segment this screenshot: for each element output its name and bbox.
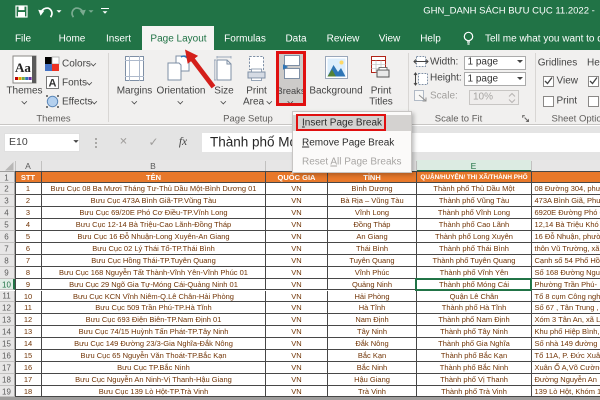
svg-text:A: A bbox=[49, 78, 57, 90]
svg-text:Aa: Aa bbox=[15, 60, 31, 75]
